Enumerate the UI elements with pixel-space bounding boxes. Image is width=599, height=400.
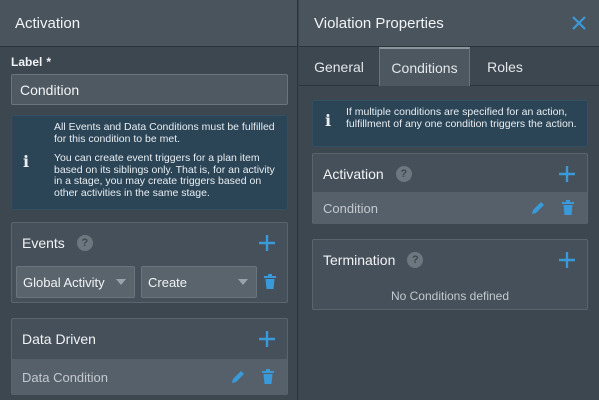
- activation-pane: Activation Label* i All Events and Data …: [0, 0, 298, 400]
- event-type-select[interactable]: Create: [141, 266, 257, 298]
- help-icon[interactable]: ?: [407, 252, 424, 268]
- events-title: Events: [22, 235, 65, 251]
- info-box-events: i All Events and Data Conditions must be…: [11, 115, 288, 210]
- tab-general[interactable]: General: [299, 47, 379, 86]
- conditions-info-text: If multiple conditions are specified for…: [346, 106, 577, 130]
- activation-condition-label: Condition: [323, 200, 378, 216]
- chevron-down-icon: [116, 279, 126, 285]
- info-box-conditions: i If multiple conditions are specified f…: [312, 100, 588, 147]
- violation-properties-pane: Violation Properties General Conditions …: [299, 0, 599, 400]
- label-input[interactable]: [11, 74, 288, 105]
- tab-bar: General Conditions Roles: [299, 47, 599, 86]
- add-termination-condition-button[interactable]: [557, 250, 577, 270]
- data-driven-panel: Data Driven Data Condition: [11, 318, 288, 395]
- help-icon[interactable]: ?: [395, 166, 412, 182]
- activation-conditions-header: Activation ?: [313, 154, 587, 194]
- info-icon: i: [23, 152, 30, 171]
- data-condition-row[interactable]: Data Condition: [12, 359, 287, 395]
- add-event-button[interactable]: [257, 233, 277, 253]
- activation-conditions-panel: Activation ? Condition: [312, 153, 588, 224]
- tab-conditions[interactable]: Conditions: [379, 47, 470, 86]
- events-panel-header: Events ?: [12, 223, 287, 263]
- close-icon: [572, 16, 586, 30]
- data-driven-title: Data Driven: [22, 331, 96, 347]
- data-condition-label: Data Condition: [22, 369, 108, 385]
- violation-title: Violation Properties: [314, 14, 444, 32]
- trash-icon[interactable]: [259, 368, 277, 386]
- termination-header: Termination ?: [313, 240, 587, 280]
- info-text-2: You can create event triggers for a plan…: [54, 152, 275, 199]
- empty-conditions-message: No Conditions defined: [390, 289, 510, 303]
- add-activation-condition-button[interactable]: [557, 164, 577, 184]
- violation-header: Violation Properties: [299, 0, 599, 47]
- event-source-select[interactable]: Global Activity: [16, 266, 135, 298]
- trash-icon[interactable]: [559, 199, 577, 217]
- termination-title: Termination: [323, 252, 396, 268]
- activation-conditions-title: Activation: [323, 166, 384, 182]
- close-button[interactable]: [559, 0, 599, 47]
- activation-condition-row[interactable]: Condition: [313, 192, 587, 224]
- edit-icon[interactable]: [529, 199, 547, 217]
- termination-panel: Termination ? No Conditions defined: [312, 239, 588, 310]
- info-text-1: All Events and Data Conditions must be f…: [54, 121, 275, 145]
- help-icon[interactable]: ?: [76, 235, 93, 251]
- events-panel: Events ? Global Activity Create: [11, 222, 288, 303]
- tab-roles[interactable]: Roles: [470, 47, 540, 86]
- add-data-condition-button[interactable]: [257, 329, 277, 349]
- data-driven-header: Data Driven: [12, 319, 287, 359]
- trash-icon[interactable]: [261, 273, 279, 291]
- chevron-down-icon: [238, 279, 248, 285]
- info-icon: i: [325, 111, 332, 130]
- label-field-label: Label *: [11, 55, 52, 69]
- activation-title: Activation: [15, 14, 81, 32]
- activation-header: Activation: [0, 0, 297, 47]
- required-mark: *: [46, 55, 52, 69]
- edit-icon[interactable]: [229, 368, 247, 386]
